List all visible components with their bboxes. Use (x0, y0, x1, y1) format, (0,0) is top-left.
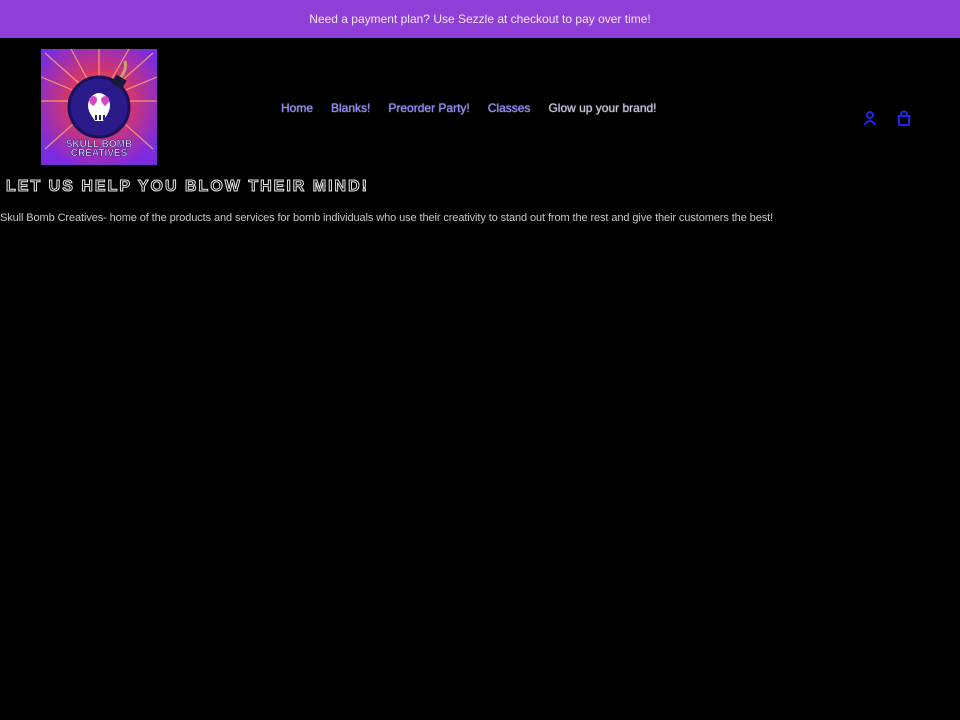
logo-line2: CREATIVES (71, 148, 128, 159)
site-header: SKULL BOMB CREATIVES Home Blanks! Preord… (0, 38, 960, 178)
hero-description: Skull Bomb Creatives- home of the produc… (0, 212, 774, 224)
nav-item-classes[interactable]: Classes (479, 98, 540, 118)
nav-item-preorder-party[interactable]: Preorder Party! (379, 98, 478, 118)
nav-item-blanks[interactable]: Blanks! (322, 98, 379, 118)
nav-item-glow-up[interactable]: Glow up your brand! (539, 98, 665, 118)
site-logo[interactable]: SKULL BOMB CREATIVES (41, 49, 157, 165)
cart-icon[interactable] (896, 110, 912, 126)
skull-bomb-logo-icon: SKULL BOMB CREATIVES (41, 49, 157, 165)
hero-title: LET US HELP YOU BLOW THEIR MIND! (6, 178, 369, 196)
header-icons (862, 110, 912, 126)
main-nav: Home Blanks! Preorder Party! Classes Glo… (272, 98, 666, 118)
account-icon[interactable] (862, 110, 878, 126)
announcement-text: Need a payment plan? Use Sezzle at check… (309, 12, 651, 26)
nav-item-home[interactable]: Home (272, 98, 322, 118)
announcement-bar: Need a payment plan? Use Sezzle at check… (0, 0, 960, 38)
